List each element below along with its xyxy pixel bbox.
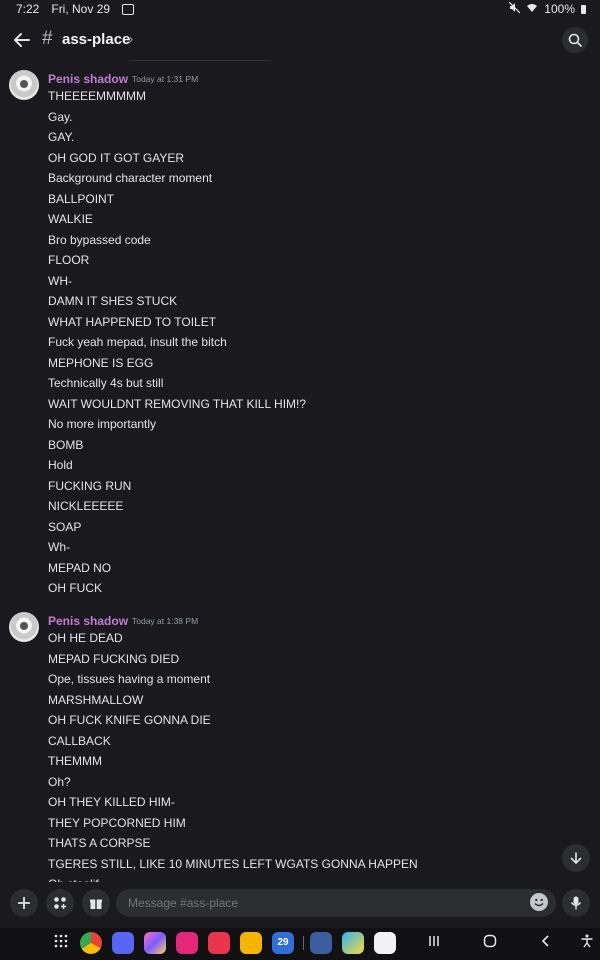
message-line[interactable]: Wh-: [48, 540, 70, 554]
message-line[interactable]: OH HE DEAD: [48, 631, 123, 645]
home-icon[interactable]: [480, 934, 500, 954]
message-line[interactable]: WAIT WOULDNT REMOVING THAT KILL HIM!?: [48, 397, 306, 411]
accessibility-icon[interactable]: [577, 934, 597, 954]
system-navigation-bar: 29: [0, 928, 600, 960]
message-line[interactable]: WH-: [48, 274, 72, 288]
gift-icon: [90, 899, 102, 909]
message-line[interactable]: GAY.: [48, 130, 74, 144]
voice-message-button[interactable]: [562, 889, 590, 917]
message-timestamp: Today at 1:38 PM: [132, 616, 199, 626]
chevron-right-icon[interactable]: ›: [129, 32, 133, 46]
emoji-icon[interactable]: [530, 893, 548, 911]
microphone-icon: [570, 896, 582, 910]
message-line[interactable]: Technically 4s but still: [48, 376, 163, 390]
gallery-app-icon[interactable]: [144, 932, 166, 954]
camera-icon[interactable]: [208, 932, 230, 954]
avatar[interactable]: [9, 70, 39, 100]
app-drawer-icon[interactable]: [51, 934, 71, 954]
message-line[interactable]: FUCKING RUN: [48, 479, 131, 493]
message-line[interactable]: NICKLEEEEE: [48, 499, 123, 513]
message-line[interactable]: WALKIE: [48, 212, 93, 226]
search-button[interactable]: [562, 27, 588, 53]
message-composer: [0, 882, 600, 924]
calendar-icon[interactable]: 29: [272, 932, 294, 954]
apps-icon: [54, 897, 66, 909]
message-line[interactable]: MARSHMALLOW: [48, 693, 143, 707]
channel-header: # ass-place ›: [0, 22, 600, 58]
message-line[interactable]: THEMMM: [48, 754, 102, 768]
blossom-app-icon[interactable]: [176, 932, 198, 954]
message-list[interactable]: Penis shadow Today at 1:31 PM THEEEEMMMM…: [0, 62, 600, 882]
arrow-down-icon: [570, 852, 582, 865]
message-line[interactable]: OH GOD IT GOT GAYER: [48, 151, 184, 165]
discord-icon[interactable]: [112, 932, 134, 954]
jump-to-latest-button[interactable]: [562, 844, 590, 872]
message-line[interactable]: No more importantly: [48, 417, 156, 431]
message-line[interactable]: OH FUCK: [48, 581, 102, 595]
add-attachment-button[interactable]: [10, 889, 38, 917]
message-line[interactable]: Bro bypassed code: [48, 233, 151, 247]
plus-icon: [18, 897, 30, 909]
message-line[interactable]: OH THEY KILLED HIM-: [48, 795, 175, 809]
message-line[interactable]: WHAT HAPPENED TO TOILET: [48, 315, 216, 329]
back-arrow-icon[interactable]: [10, 28, 34, 52]
avatar[interactable]: [9, 612, 39, 642]
recent-apps-icon[interactable]: [424, 934, 444, 954]
status-bar: 7:22 Fri, Nov 29 100%: [0, 0, 600, 18]
header-divider: [130, 60, 270, 61]
gallery-notification-icon: [122, 3, 135, 15]
message-line[interactable]: TGERES STILL, LIKE 10 MINUTES LEFT WGATS…: [48, 857, 418, 871]
message-line[interactable]: MEPAD NO: [48, 561, 111, 575]
message-line[interactable]: THATS A CORPSE: [48, 836, 150, 850]
message-line[interactable]: THEEEEMMMMM: [48, 89, 146, 103]
dock-separator: [303, 936, 304, 950]
search-icon: [568, 33, 582, 47]
channel-name[interactable]: ass-place: [62, 31, 130, 48]
message-line[interactable]: Hold: [48, 458, 73, 472]
message-line[interactable]: MEPAD FUCKING DIED: [48, 652, 179, 666]
message-line[interactable]: BALLPOINT: [48, 192, 114, 206]
message-line[interactable]: Background character moment: [48, 171, 212, 185]
message-line[interactable]: SOAP: [48, 520, 81, 534]
gift-button[interactable]: [82, 889, 110, 917]
files-icon[interactable]: [240, 932, 262, 954]
chrome-icon[interactable]: [80, 932, 102, 954]
settings-icon[interactable]: [310, 932, 332, 954]
hash-icon: #: [42, 28, 53, 49]
wifi-icon: [526, 2, 538, 16]
status-date: Fri, Nov 29: [51, 2, 111, 16]
message-line[interactable]: MEPHONE IS EGG: [48, 356, 153, 370]
author-name[interactable]: Penis shadow: [48, 614, 128, 628]
author-name[interactable]: Penis shadow: [48, 72, 128, 86]
ibis-paint-icon[interactable]: [342, 932, 364, 954]
message-line[interactable]: Oh?: [48, 775, 71, 789]
back-nav-icon[interactable]: [536, 934, 556, 954]
battery-icon: [581, 4, 586, 14]
message-line[interactable]: Ope, tissues having a moment: [48, 672, 210, 686]
mute-icon: [508, 1, 521, 16]
message-line[interactable]: Gay.: [48, 110, 72, 124]
status-time: 7:22: [16, 2, 40, 16]
message-line[interactable]: Fuck yeah mepad, insult the bitch: [48, 335, 227, 349]
message-timestamp: Today at 1:31 PM: [132, 74, 199, 84]
amazon-business-icon[interactable]: [374, 932, 396, 954]
message-line[interactable]: FLOOR: [48, 253, 89, 267]
apps-button[interactable]: [46, 889, 74, 917]
message-input[interactable]: [116, 889, 556, 917]
battery-percent: 100%: [544, 2, 575, 16]
message-line[interactable]: BOMB: [48, 438, 83, 452]
message-line[interactable]: DAMN IT SHES STUCK: [48, 294, 177, 308]
message-line[interactable]: OH FUCK KNIFE GONNA DIE: [48, 713, 211, 727]
message-line[interactable]: CALLBACK: [48, 734, 111, 748]
message-line[interactable]: THEY POPCORNED HIM: [48, 816, 186, 830]
